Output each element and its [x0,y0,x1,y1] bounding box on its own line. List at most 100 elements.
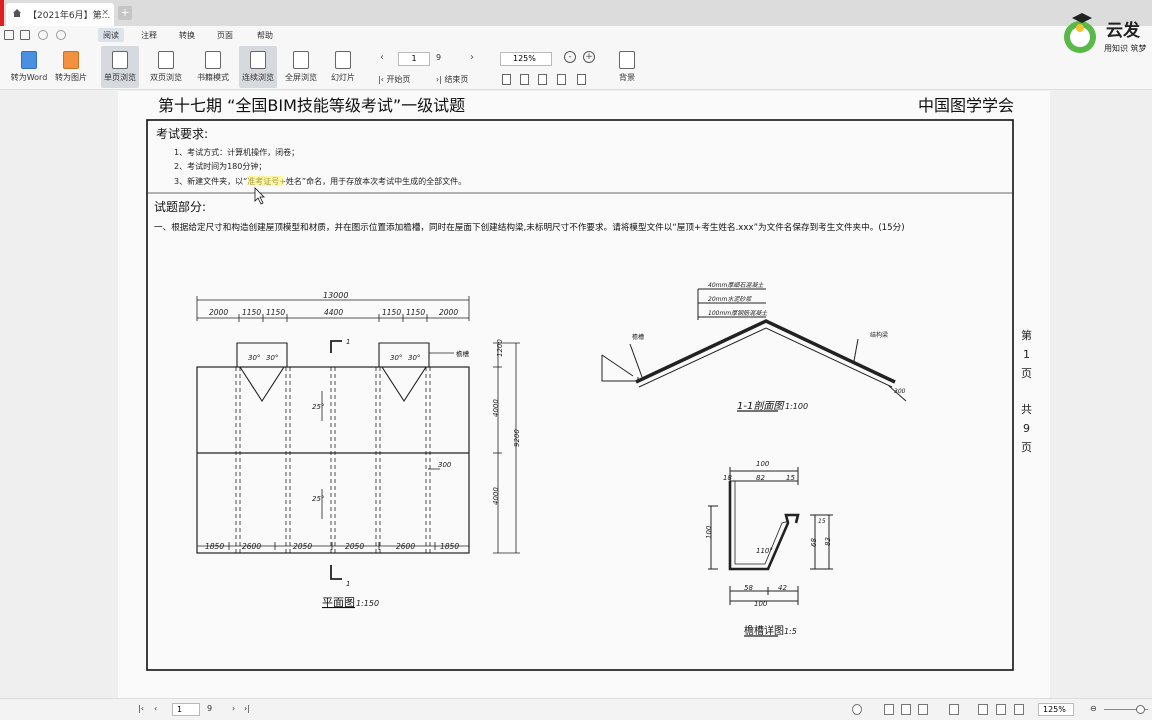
next-page-icon[interactable]: › [470,52,474,63]
last-page-icon[interactable]: ›| [244,704,250,713]
menu-bar: 阅读 注释 转换 页面 帮助 [0,26,1152,44]
page-canvas: 第十七期 “全国BIM技能等级考试”一级试题 中国图学学会 考试要求: 1、考试… [146,96,1032,671]
single-view-icon[interactable] [884,704,894,715]
plan-top-dim-3: 1150 [266,308,285,317]
background-button[interactable]: 背景 [612,46,642,88]
detail-scale: 1:5 [784,627,797,636]
fullscreen-label: 全屏浏览 [285,73,317,82]
continuous-label: 连续浏览 [242,73,274,82]
detail-bottom-part-2: 42 [778,584,787,592]
fullscreen-status-icon[interactable] [1014,704,1024,715]
double-page-icon [158,51,174,69]
menu-page[interactable]: 页面 [212,28,238,42]
fullscreen-button[interactable]: 全屏浏览 [282,46,320,88]
new-tab-button[interactable]: + [118,6,132,20]
menu-help[interactable]: 帮助 [252,28,278,42]
menu-read[interactable]: 阅读 [98,28,124,42]
first-page-button[interactable]: |‹ 开始页 [378,74,410,85]
plan-slope-bottom: 25° [312,495,324,503]
side-page-1: 第 [1021,328,1032,342]
brand-logo: 云发 用知识 筑梦 [1058,10,1152,58]
plan-slope-top: 25° [312,403,324,411]
to-image-button[interactable]: 转为图片 [52,46,90,88]
next-page-status-icon[interactable]: › [232,704,235,713]
continuous-button[interactable]: 连续浏览 [239,46,277,88]
fullscreen-icon [293,51,309,69]
zoom-select[interactable]: 125% [500,52,552,66]
plan-section-mark-bottom: 1 [346,580,350,588]
status-total-pages: 9 [207,704,213,713]
single-page-button[interactable]: 单页浏览 [101,46,139,88]
last-page-button[interactable]: ›| 结束页 [436,74,468,85]
section-layer-1: 40mm厚细石混凝土 [708,281,764,289]
status-page-input[interactable]: 1 [172,703,200,716]
to-image-label: 转为图片 [55,73,87,82]
double-view-icon[interactable] [901,704,911,715]
plan-top-dim-2: 1150 [242,308,261,317]
plan-total-dim: 13000 [323,291,348,300]
req-title: 考试要求: [156,126,208,141]
side-page-4: 共 [1021,403,1032,416]
plan-angle-4: 30° [408,354,420,362]
rotate-icon[interactable] [557,74,566,85]
continuous-view-icon[interactable] [918,704,928,715]
print-icon[interactable] [4,30,14,40]
plan-top-dim-7: 2000 [439,308,458,317]
zoom-out-icon[interactable]: - [564,51,576,63]
first-page-label: 开始页 [386,75,411,84]
to-word-button[interactable]: 转为Word [8,46,50,88]
prev-page-icon[interactable]: ‹ [380,52,384,63]
slideshow-label: 幻灯片 [331,73,355,82]
view-icon-3[interactable] [538,74,547,85]
logo-mark-icon [1064,13,1096,53]
zoom-in-icon[interactable]: + [583,51,595,63]
plan-bottom-dim-1: 1850 [205,542,224,551]
detail-angle: 110° [756,547,773,555]
fit-page-icon[interactable] [949,704,959,715]
to-word-label: 转为Word [10,73,48,82]
double-page-button[interactable]: 双页浏览 [147,46,185,88]
document-viewport[interactable]: 第十七期 “全国BIM技能等级考试”一级试题 中国图学学会 考试要求: 1、考试… [0,91,1152,698]
view-icon-2[interactable] [520,74,529,85]
slideshow-icon [335,51,351,69]
zoom-slider-knob[interactable] [1136,705,1145,714]
plan-right-dim-2: 4000 [492,399,500,417]
header-org: 中国图学学会 [918,96,1014,115]
page-number-input[interactable]: 1 [398,52,430,66]
undo-icon[interactable] [38,30,48,40]
home-icon[interactable] [12,8,22,18]
prev-page-status-icon[interactable]: ‹ [154,704,157,713]
book-icon [205,51,221,69]
section-drawing [601,288,907,412]
zoom-out-status-icon[interactable]: ⊖ [1090,704,1097,713]
toolbar: 转为Word 转为图片 单页浏览 双页浏览 书籍模式 连续浏览 全屏浏览 幻灯片… [0,44,1152,90]
app-accent [0,0,4,26]
detail-right-b: 83 [824,537,832,546]
slideshow-button[interactable]: 幻灯片 [326,46,360,88]
actual-size-icon[interactable] [996,704,1006,715]
req-line-2: 2、考试时间为180分钟； [174,161,266,171]
section-layer-3: 100mm厚钢筋混凝土 [708,309,768,317]
status-bar: |‹ ‹ 1 9 › ›| 125% ⊖ [0,698,1152,720]
detail-bottom-total: 100 [754,600,768,608]
plan-scale: 1:150 [356,599,379,608]
logo-subtitle: 用知识 筑梦 [1104,44,1147,53]
book-mode-button[interactable]: 书籍模式 [194,46,232,88]
menu-convert[interactable]: 转换 [174,28,200,42]
double-page-label: 双页浏览 [150,73,182,82]
header-title: 第十七期 “全国BIM技能等级考试”一级试题 [158,96,465,115]
menu-annotate[interactable]: 注释 [136,28,162,42]
document-tab[interactable]: 【2021年6月】第... × [6,3,114,26]
view-icon-1[interactable] [502,74,511,85]
background-icon [619,51,635,69]
save-icon[interactable] [20,30,30,40]
fit-width-icon[interactable] [978,704,988,715]
rotate-right-icon[interactable] [577,74,586,85]
close-tab-icon[interactable]: × [101,8,109,18]
side-page-2: 1 [1023,348,1030,361]
read-mode-icon[interactable] [852,704,862,715]
plan-bottom-dim-2: 2600 [242,542,261,551]
first-page-icon[interactable]: |‹ [138,704,144,713]
redo-icon[interactable] [56,30,66,40]
status-zoom-select[interactable]: 125% [1038,703,1074,716]
